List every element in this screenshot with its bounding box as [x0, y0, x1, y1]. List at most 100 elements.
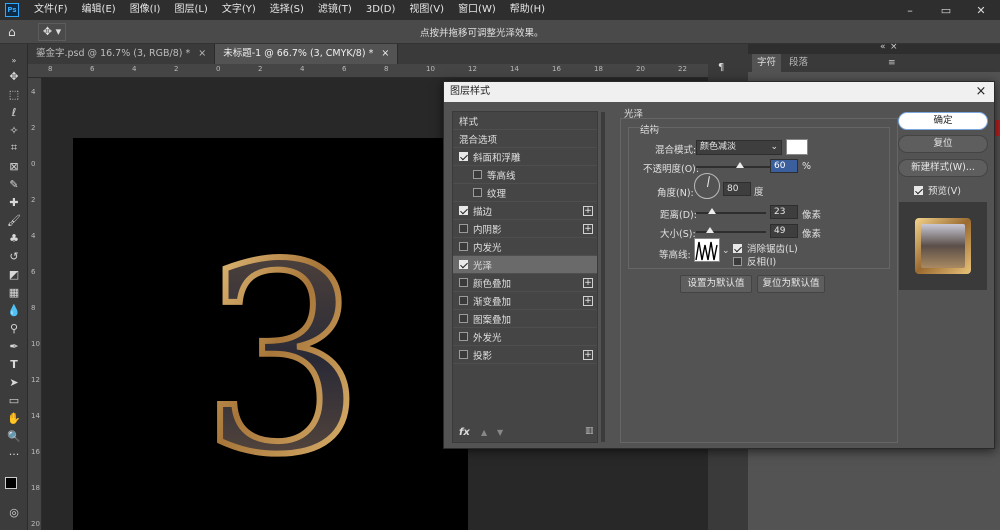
minimize-icon[interactable]: –	[893, 0, 927, 20]
style-checkbox[interactable]	[459, 224, 468, 233]
close-panel-icon[interactable]: ×	[890, 42, 898, 52]
character-panel-icon[interactable]: ¶	[718, 62, 734, 76]
menu-item[interactable]: 图层(L)	[167, 0, 214, 20]
opacity-input[interactable]: 60	[770, 159, 798, 173]
add-effect-icon[interactable]: +	[583, 224, 593, 234]
menu-item[interactable]: 编辑(E)	[75, 0, 123, 20]
angle-input[interactable]: 80	[723, 182, 751, 196]
type-tool-icon[interactable]: T	[5, 356, 23, 372]
lasso-tool-icon[interactable]: ℓ	[5, 104, 23, 120]
style-item[interactable]: 斜面和浮雕	[453, 148, 597, 166]
size-slider[interactable]	[696, 227, 766, 233]
style-checkbox[interactable]	[459, 152, 468, 161]
dialog-close-icon[interactable]: ×	[974, 82, 988, 102]
add-effect-icon[interactable]: +	[583, 350, 593, 360]
contour-picker[interactable]	[694, 238, 720, 262]
close-window-icon[interactable]: ✕	[964, 0, 998, 20]
maximize-icon[interactable]: ▭	[929, 0, 963, 20]
preview-option[interactable]: 预览(V)	[914, 183, 961, 197]
history-brush-tool-icon[interactable]: ↺	[5, 248, 23, 264]
edit-toolbar-icon[interactable]: ···	[5, 446, 23, 462]
opacity-slider-thumb[interactable]	[736, 162, 745, 168]
crop-tool-icon[interactable]: ⌗	[5, 140, 23, 156]
frame-tool-icon[interactable]: ⊠	[5, 158, 23, 174]
move-tool-icon[interactable]: ✥	[5, 68, 23, 84]
style-item[interactable]: 外发光	[453, 328, 597, 346]
style-item[interactable]: 光泽	[453, 256, 597, 274]
ok-button[interactable]: 确定	[898, 112, 988, 130]
antialias-option[interactable]: 消除锯齿(L)	[733, 241, 798, 255]
eraser-tool-icon[interactable]: ◩	[5, 266, 23, 282]
magic-wand-tool-icon[interactable]: ✧	[5, 122, 23, 138]
move-tool-options-icon[interactable]: ✥ ▾	[38, 23, 66, 41]
reset-default-button[interactable]: 复位为默认值	[757, 275, 825, 293]
menu-item[interactable]: 滤镜(T)	[311, 0, 359, 20]
gradient-tool-icon[interactable]: ▦	[5, 284, 23, 300]
style-checkbox[interactable]	[459, 206, 468, 215]
size-input[interactable]: 49	[770, 224, 798, 238]
menu-item[interactable]: 3D(D)	[359, 0, 403, 20]
hand-tool-icon[interactable]: ✋	[5, 410, 23, 426]
new-style-button[interactable]: 新建样式(W)...	[898, 159, 988, 177]
blend-mode-select[interactable]: 颜色减淡 ⌄	[696, 140, 782, 155]
opacity-slider[interactable]	[696, 162, 770, 168]
blur-tool-icon[interactable]: 💧	[5, 302, 23, 318]
style-item[interactable]: 混合选项	[453, 130, 597, 148]
style-item[interactable]: 图案叠加	[453, 310, 597, 328]
style-item[interactable]: 内阴影 +	[453, 220, 597, 238]
path-selection-tool-icon[interactable]: ➤	[5, 374, 23, 390]
angle-dial[interactable]	[694, 173, 720, 199]
invert-option[interactable]: 反相(I)	[733, 254, 776, 268]
delete-effect-icon[interactable]: ▥	[585, 426, 594, 436]
style-item[interactable]: 投影 +	[453, 346, 597, 364]
menu-item[interactable]: 图像(I)	[123, 0, 168, 20]
eyedropper-tool-icon[interactable]: ✎	[5, 176, 23, 192]
healing-brush-tool-icon[interactable]: ✚	[5, 194, 23, 210]
style-item[interactable]: 内发光	[453, 238, 597, 256]
style-checkbox[interactable]	[459, 332, 468, 341]
document-canvas[interactable]: 3	[73, 138, 468, 530]
satin-color-swatch[interactable]	[786, 139, 808, 155]
contour-dropdown-icon[interactable]: ⌄	[722, 246, 730, 256]
move-down-icon[interactable]: ▼	[497, 428, 503, 437]
fx-icon[interactable]: fx	[459, 427, 470, 438]
style-checkbox[interactable]	[459, 278, 468, 287]
home-icon[interactable]: ⌂	[8, 25, 22, 39]
style-checkbox[interactable]	[459, 350, 468, 359]
tab-document-1[interactable]: 鎏金字.psd @ 16.7% (3, RGB/8) * ×	[28, 44, 216, 64]
menu-item[interactable]: 文字(Y)	[215, 0, 263, 20]
collapse-icon[interactable]: »	[5, 52, 23, 68]
invert-checkbox[interactable]	[733, 256, 742, 266]
style-checkbox[interactable]	[459, 260, 468, 269]
add-effect-icon[interactable]: +	[583, 296, 593, 306]
menu-item[interactable]: 视图(V)	[402, 0, 451, 20]
style-item[interactable]: 纹理	[453, 184, 597, 202]
menu-item[interactable]: 文件(F)	[27, 0, 75, 20]
move-up-icon[interactable]: ▲	[481, 428, 487, 437]
foreground-color-swatch[interactable]	[5, 477, 17, 489]
clone-stamp-tool-icon[interactable]: ♣	[5, 230, 23, 246]
tab-character[interactable]: 字符	[752, 54, 782, 72]
style-item[interactable]: 样式	[453, 112, 597, 130]
add-effect-icon[interactable]: +	[583, 278, 593, 288]
style-checkbox[interactable]	[473, 188, 482, 197]
menu-item[interactable]: 帮助(H)	[503, 0, 552, 20]
tab-close-icon[interactable]: ×	[198, 48, 206, 59]
brush-tool-icon[interactable]: 🖌	[5, 212, 23, 228]
style-item[interactable]: 颜色叠加 +	[453, 274, 597, 292]
zoom-tool-icon[interactable]: 🔍	[5, 428, 23, 444]
style-checkbox[interactable]	[459, 314, 468, 323]
reset-button[interactable]: 复位	[898, 135, 988, 153]
dodge-tool-icon[interactable]: ⚲	[5, 320, 23, 336]
style-checkbox[interactable]	[459, 296, 468, 305]
marquee-tool-icon[interactable]: ⬚	[5, 86, 23, 102]
collapse-panel-icon[interactable]: «	[880, 42, 886, 52]
style-item[interactable]: 描边 +	[453, 202, 597, 220]
menu-item[interactable]: 窗口(W)	[451, 0, 503, 20]
distance-slider[interactable]	[696, 208, 766, 214]
preview-checkbox[interactable]	[914, 185, 923, 195]
pen-tool-icon[interactable]: ✒	[5, 338, 23, 354]
add-effect-icon[interactable]: +	[583, 206, 593, 216]
rectangle-tool-icon[interactable]: ▭	[5, 392, 23, 408]
tab-document-2[interactable]: 未标题-1 @ 66.7% (3, CMYK/8) * ×	[215, 44, 399, 64]
